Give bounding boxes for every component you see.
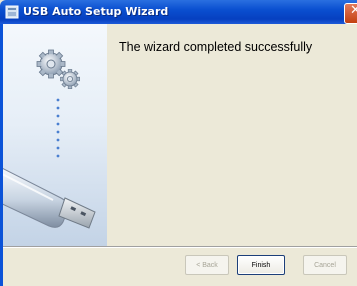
completion-heading: The wizard completed successfully xyxy=(119,40,313,54)
close-icon: ✕ xyxy=(350,3,357,18)
wizard-window: USB Auto Setup Wizard ✕ The wizard compl… xyxy=(0,0,357,286)
side-panel-illustration xyxy=(0,49,96,229)
wizard-side-panel xyxy=(0,24,107,246)
wizard-content: The wizard completed successfully xyxy=(107,24,357,246)
back-button[interactable]: < Back xyxy=(185,255,229,275)
title-bar[interactable]: USB Auto Setup Wizard ✕ xyxy=(0,0,357,24)
close-button[interactable]: ✕ xyxy=(344,3,357,24)
finish-button[interactable]: Finish xyxy=(237,255,285,275)
cancel-button[interactable]: Cancel xyxy=(303,255,347,275)
window-title: USB Auto Setup Wizard xyxy=(23,5,169,18)
gears-icon xyxy=(36,49,80,89)
button-separator xyxy=(3,246,357,248)
wizard-app-icon xyxy=(5,5,19,19)
progress-dots xyxy=(56,98,60,158)
usb-flash-drive-illustration xyxy=(0,166,96,229)
